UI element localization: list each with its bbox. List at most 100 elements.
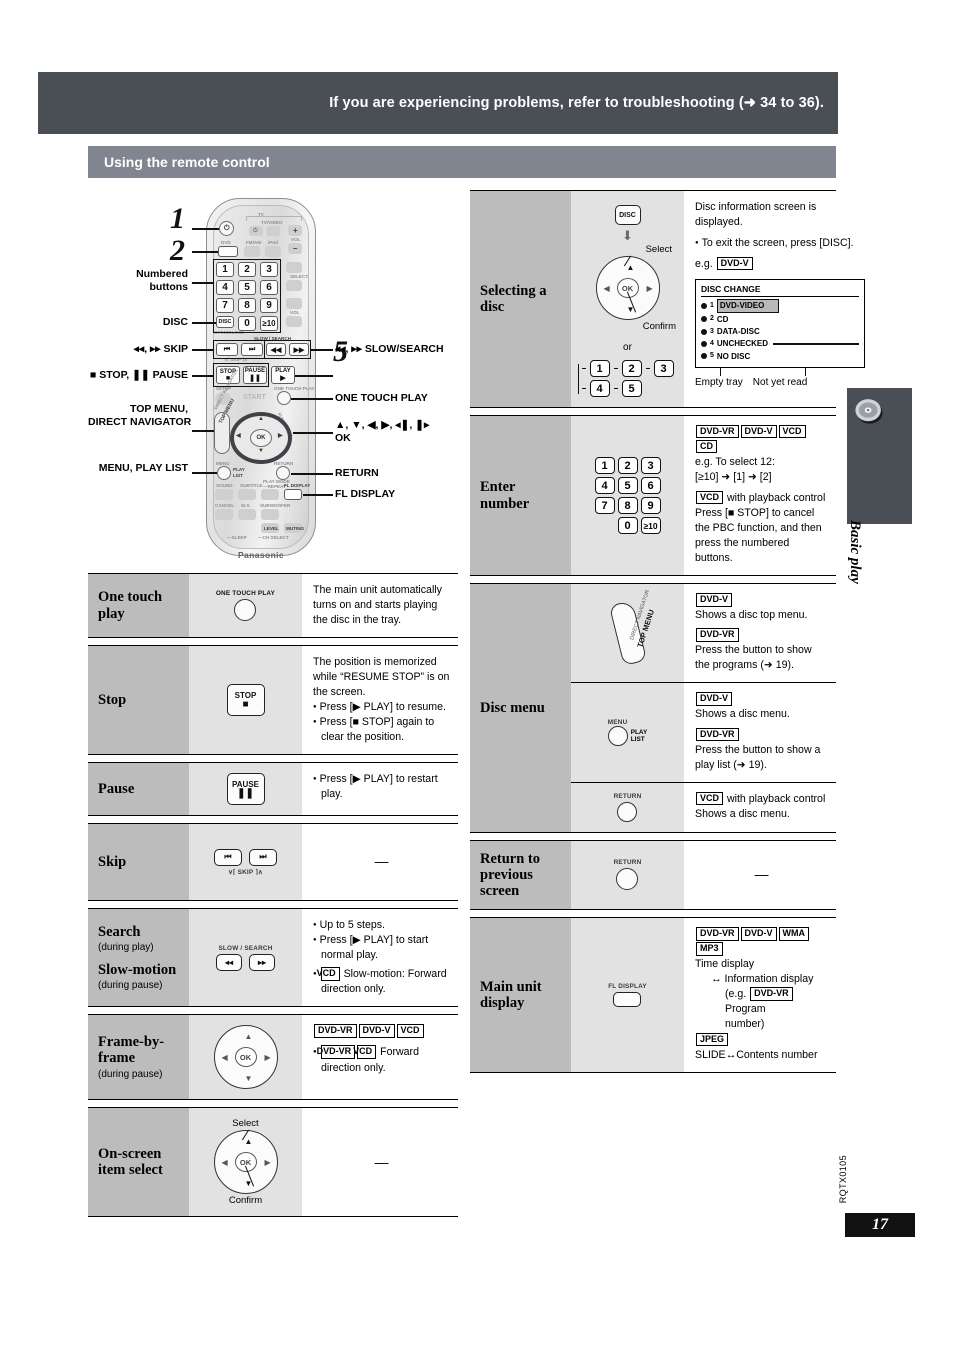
row-label-l1: Enter: [480, 479, 516, 496]
osd-index: 3: [710, 327, 714, 335]
top-menu-key-icon[interactable]: DIRECT NAVIGATOR TOP MENU: [608, 590, 656, 667]
osd-bullet-icon: [701, 302, 707, 309]
jog-down-icon: ▼: [244, 1074, 253, 1084]
numkey-2[interactable]: 2: [621, 360, 642, 377]
callout-slow-search: ◂◂, ▸▸ SLOW/SEARCH: [335, 343, 444, 355]
numkey-over10[interactable]: ≥10: [640, 517, 661, 535]
jog-dial-icon[interactable]: OK ▲ ▼ ◀ ▶: [213, 1025, 278, 1090]
return-key-icon[interactable]: RETURN: [614, 793, 642, 822]
select-up-button[interactable]: [286, 262, 302, 273]
numkey-4[interactable]: 4: [589, 380, 610, 397]
numkey-5[interactable]: 5: [617, 477, 638, 495]
callout-one-touch-play: ONE TOUCH PLAY: [335, 392, 428, 404]
row-sublabel-search: (during play): [98, 941, 154, 953]
subrow-icon-menu: MENU PLAY LIST: [571, 683, 684, 782]
numkey-0[interactable]: 0: [617, 517, 638, 535]
badge-jpeg: JPEG: [696, 1032, 729, 1046]
vol-down-button-2[interactable]: [286, 316, 302, 327]
select-label: Select: [645, 244, 672, 255]
pause-key-icon[interactable]: PAUSE ❚❚: [226, 773, 265, 806]
subwoofer-button[interactable]: [261, 509, 279, 520]
jog-right-icon: ▶: [264, 1053, 271, 1063]
dpad-ok-button[interactable]: OK: [250, 429, 272, 447]
ipod-button[interactable]: [265, 246, 281, 257]
search-forward-icon[interactable]: ▸▸: [249, 953, 275, 971]
fl-display-button[interactable]: [284, 489, 302, 500]
sound-button[interactable]: [215, 489, 233, 500]
vol-label-bottom: VOL: [290, 310, 300, 315]
dvd-button[interactable]: [218, 246, 238, 257]
row-icon-one-touch-play: ONE TOUCH PLAY: [189, 574, 302, 638]
return-button-icon[interactable]: [617, 801, 638, 822]
numkey-3[interactable]: 3: [640, 457, 661, 475]
row-icon-skip: ⏮ ⏭ ∨⌈ SKIP ⌉∧: [189, 824, 302, 901]
badge-vcd: VCD: [396, 1024, 424, 1038]
numkey-tick: [613, 387, 618, 390]
play-mode-button[interactable]: [261, 489, 279, 500]
menu-button-icon[interactable]: [607, 726, 628, 747]
osd-index: 2: [710, 315, 714, 323]
stop-key-icon[interactable]: STOP ■: [226, 684, 265, 717]
osd-title: DISC CHANGE: [701, 283, 859, 298]
menu-key-icon[interactable]: MENU PLAY LIST: [607, 719, 647, 747]
numkey-7[interactable]: 7: [594, 497, 615, 515]
numkey-4[interactable]: 4: [594, 477, 615, 495]
badge-group: DVD-VR DVD-V VCD: [313, 1024, 450, 1039]
numkey-3[interactable]: 3: [653, 360, 674, 377]
skip-forward-icon[interactable]: ⏭: [249, 848, 277, 866]
table-row-return-to-previous-screen: Return to previous screen RETURN —: [470, 839, 836, 911]
numkey-9[interactable]: 9: [640, 497, 661, 515]
dpad-up-icon: ▲: [258, 416, 264, 422]
cancel-button[interactable]: [215, 509, 233, 520]
subwoofer-label: SUBWOOFER: [260, 503, 291, 508]
jog-left-icon: ◀: [603, 284, 610, 293]
osd-notes: Empty tray Not yet read: [695, 376, 865, 390]
numkey-tick: [581, 387, 586, 390]
return-button-icon-2[interactable]: [616, 868, 639, 891]
table-row-disc-menu: Disc menu DIRECT NAVIGATOR TOP MENU DVD-…: [470, 583, 836, 833]
play-button[interactable]: PLAY ▶: [271, 366, 295, 384]
ws-button[interactable]: [238, 509, 256, 520]
skip-back-icon[interactable]: ⏮: [214, 848, 242, 866]
search-back-icon[interactable]: ◂◂: [216, 953, 242, 971]
numkey-1[interactable]: 1: [589, 360, 610, 377]
jog-dial-icon-2[interactable]: OK ▲ ▼ ◀ ▶: [213, 1130, 278, 1195]
osd-text: DATA-DISC: [716, 326, 760, 336]
one-touch-play-button[interactable]: [277, 391, 291, 405]
osd-note-not-yet-read: Not yet read: [752, 376, 808, 388]
badge-dvd-vr: DVD-VR: [696, 425, 739, 439]
table-row-enter-number: Enter number 1 2 3 4 5 6 7 8 9 0 ≥10 DVD…: [470, 415, 836, 577]
stop-key-glyph: ■: [242, 698, 249, 710]
or-label: or: [623, 342, 632, 353]
select-down-button[interactable]: [286, 280, 302, 291]
row-subblock: VCD with playback control Press [■ STOP]…: [695, 491, 828, 566]
return-button[interactable]: [276, 466, 290, 480]
numkey-1[interactable]: 1: [594, 457, 615, 475]
stop-pause-highlight-box: [213, 363, 269, 387]
fm-am-button[interactable]: [244, 246, 260, 257]
row-label-l1: One touch: [98, 589, 163, 606]
jog-ok-button[interactable]: OK: [234, 1047, 257, 1068]
vol-up-button-2[interactable]: [286, 298, 302, 309]
numkey-5[interactable]: 5: [621, 380, 642, 397]
tv-video-button[interactable]: [266, 226, 280, 236]
one-touch-play-icon[interactable]: [234, 599, 257, 622]
disc-key-icon[interactable]: DISC: [614, 205, 641, 225]
row-label-l1: Pause: [98, 781, 135, 798]
numkey-6[interactable]: 6: [640, 477, 661, 495]
left-column: 1 2 5 TV TV/VIDEO ⏻ ⏻ + VOL – DVD FM/AM …: [88, 190, 458, 1218]
jog-dial-icon-3[interactable]: OK ▲ ▼ ◀ ▶: [595, 255, 660, 320]
fl-display-button-icon[interactable]: [613, 991, 642, 1007]
callout-top-menu-l2: DIRECT NAVIGATOR: [88, 415, 192, 428]
subtitle-label: SUBTITLE: [240, 483, 263, 488]
row-subblock-text: Press [■ STOP] to cancel the PBC functio…: [695, 507, 822, 565]
disc-change-osd: DISC CHANGE 1 DVD-VIDEO 2 CD 3 DATA-DISC 4U…: [695, 279, 865, 368]
row-desc-enter-number: DVD-VR DVD-V VCDCD e.g. To select 12: [≥10…: [684, 416, 836, 576]
subtitle-button[interactable]: [238, 489, 256, 500]
numkey-8[interactable]: 8: [617, 497, 638, 515]
callout-arrows-ok: ▲, ▼, ◀, ▶, ◂❚, ❚▸ OK: [335, 419, 429, 445]
table-row-skip: Skip ⏮ ⏭ ∨⌈ SKIP ⌉∧ —: [88, 823, 458, 902]
jog-right-icon: ▶: [264, 1158, 271, 1168]
numkey-2[interactable]: 2: [617, 457, 638, 475]
menu-play-list-button[interactable]: [217, 466, 231, 480]
